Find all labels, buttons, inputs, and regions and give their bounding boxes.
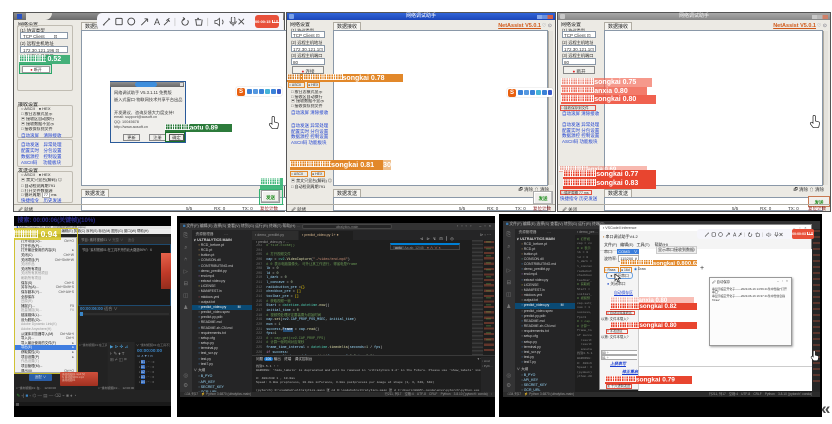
svg-text:A: A [733,232,737,237]
svg-text:A: A [154,17,161,27]
